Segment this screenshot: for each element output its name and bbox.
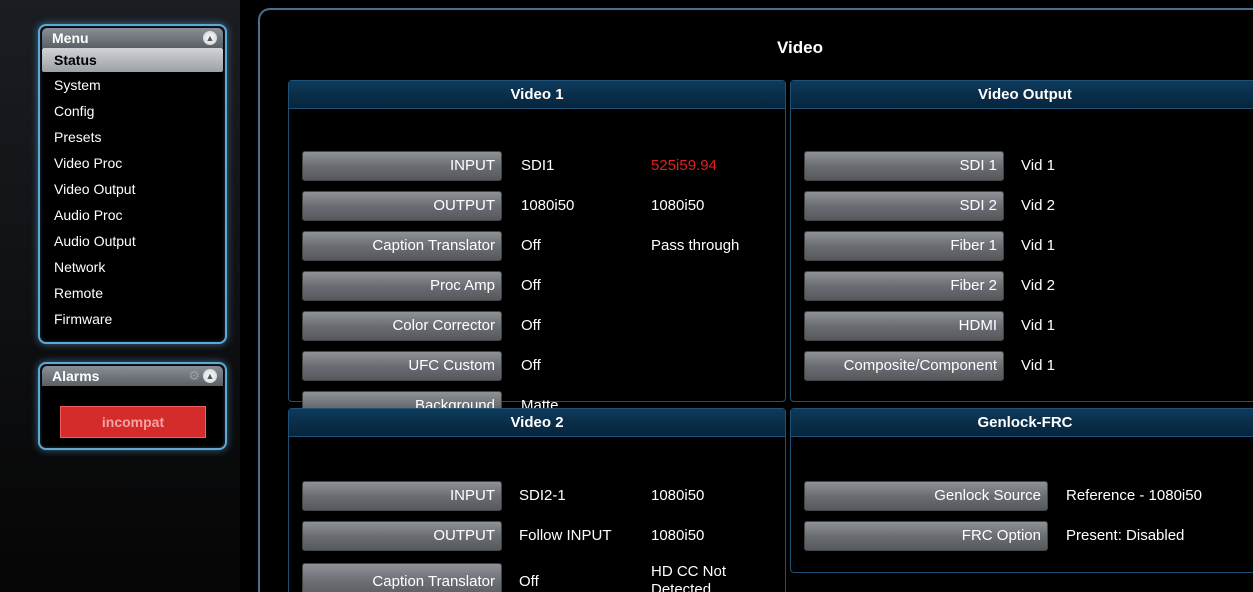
hdmi-button[interactable]: HDMI — [804, 311, 1004, 341]
video1-caption-status: Pass through — [651, 237, 740, 254]
video-output-section: Video Output SDI 1 Vid 1 SDI 2 Vid 2 Fib… — [790, 80, 1253, 402]
fiber1-button[interactable]: Fiber 1 — [804, 231, 1004, 261]
video1-section: Video 1 INPUT SDI1 525i59.94 OUTPUT 1080… — [288, 80, 786, 421]
composite-component-button[interactable]: Composite/Component — [804, 351, 1004, 381]
vo-fiber2-value: Vid 2 — [1021, 277, 1055, 294]
menu-panel: Menu ▲ Status System Config Presets Vide… — [38, 24, 227, 344]
video1-row-ufc: UFC Custom — [302, 351, 502, 381]
video1-output-value: 1080i50 — [521, 197, 575, 214]
genlock-source-button[interactable]: Genlock Source — [804, 481, 1048, 511]
video2-row-caption: Caption Translator — [302, 563, 502, 592]
ufc-custom-button[interactable]: UFC Custom — [302, 351, 502, 381]
genlock-title: Genlock-FRC — [791, 409, 1253, 437]
video2-row-input: INPUT — [302, 481, 502, 511]
caption-translator-button[interactable]: Caption Translator — [302, 563, 502, 592]
menu-header: Menu ▲ — [42, 28, 223, 48]
alarms-title: Alarms — [52, 368, 100, 384]
menu-item-system[interactable]: System — [42, 72, 223, 98]
proc-amp-button[interactable]: Proc Amp — [302, 271, 502, 301]
video2-output-status: 1080i50 — [651, 527, 705, 544]
video1-color-value: Off — [521, 317, 541, 334]
video1-output-status: 1080i50 — [651, 197, 705, 214]
input-button[interactable]: INPUT — [302, 481, 502, 511]
video1-procamp-value: Off — [521, 277, 541, 294]
menu-item-audio-output[interactable]: Audio Output — [42, 228, 223, 254]
vo-row-sdi1: SDI 1 — [804, 151, 1004, 181]
video2-caption-status: HD CC Not Detected — [651, 563, 727, 592]
video2-input-status: 1080i50 — [651, 487, 705, 504]
alarms-panel: Alarms ⚙ ▲ incompat — [38, 362, 227, 450]
menu-item-presets[interactable]: Presets — [42, 124, 223, 150]
page-title: Video — [777, 38, 823, 57]
output-button[interactable]: OUTPUT — [302, 521, 502, 551]
menu-item-audio-proc[interactable]: Audio Proc — [42, 202, 223, 228]
video2-section: Video 2 INPUT SDI2-1 1080i50 OUTPUT Foll… — [288, 408, 786, 592]
vo-row-composite: Composite/Component — [804, 351, 1004, 381]
video2-input-value: SDI2-1 — [519, 487, 566, 504]
caption-translator-button[interactable]: Caption Translator — [302, 231, 502, 261]
video1-caption-value: Off — [521, 237, 541, 254]
genlock-source-value: Reference - 1080i50 — [1066, 487, 1202, 504]
video2-title: Video 2 — [289, 409, 785, 437]
menu-item-video-output[interactable]: Video Output — [42, 176, 223, 202]
video1-ufc-value: Off — [521, 357, 541, 374]
video2-caption-value: Off — [519, 573, 539, 590]
menu-item-status[interactable]: Status — [42, 48, 223, 72]
alarms-header: Alarms ⚙ ▲ — [42, 366, 223, 386]
frc-option-value: Present: Disabled — [1066, 527, 1185, 544]
vo-sdi2-value: Vid 2 — [1021, 197, 1055, 214]
video1-input-value: SDI1 — [521, 157, 555, 174]
vo-row-fiber1: Fiber 1 — [804, 231, 1004, 261]
menu-item-firmware[interactable]: Firmware — [42, 306, 223, 332]
sdi1-button[interactable]: SDI 1 — [804, 151, 1004, 181]
fiber2-button[interactable]: Fiber 2 — [804, 271, 1004, 301]
video1-row-caption: Caption Translator — [302, 231, 502, 261]
chevron-up-icon[interactable]: ▲ — [203, 31, 217, 45]
gear-icon[interactable]: ⚙ — [188, 368, 200, 384]
menu-item-video-proc[interactable]: Video Proc — [42, 150, 223, 176]
vo-sdi1-value: Vid 1 — [1021, 157, 1055, 174]
genlock-row-source: Genlock Source — [804, 481, 1048, 511]
menu-item-config[interactable]: Config — [42, 98, 223, 124]
video1-row-procamp: Proc Amp — [302, 271, 502, 301]
menu-title: Menu — [52, 30, 89, 46]
sdi2-button[interactable]: SDI 2 — [804, 191, 1004, 221]
video1-row-output: OUTPUT — [302, 191, 502, 221]
output-button[interactable]: OUTPUT — [302, 191, 502, 221]
vo-row-hdmi: HDMI — [804, 311, 1004, 341]
menu-item-network[interactable]: Network — [42, 254, 223, 280]
vo-row-fiber2: Fiber 2 — [804, 271, 1004, 301]
chevron-up-icon[interactable]: ▲ — [203, 369, 217, 383]
video1-input-status: 525i59.94 — [651, 157, 717, 174]
frc-option-button[interactable]: FRC Option — [804, 521, 1048, 551]
video2-output-value: Follow INPUT — [519, 527, 612, 544]
video1-title: Video 1 — [289, 81, 785, 109]
menu-item-remote[interactable]: Remote — [42, 280, 223, 306]
alarm-incompat-button[interactable]: incompat — [60, 406, 206, 438]
video1-row-color: Color Corrector — [302, 311, 502, 341]
genlock-row-frc: FRC Option — [804, 521, 1048, 551]
menu-list: Status System Config Presets Video Proc … — [42, 48, 223, 332]
vo-row-sdi2: SDI 2 — [804, 191, 1004, 221]
video1-row-input: INPUT — [302, 151, 502, 181]
vo-fiber1-value: Vid 1 — [1021, 237, 1055, 254]
color-corrector-button[interactable]: Color Corrector — [302, 311, 502, 341]
vo-hdmi-value: Vid 1 — [1021, 317, 1055, 334]
video-output-title: Video Output — [791, 81, 1253, 109]
sidebar: Menu ▲ Status System Config Presets Vide… — [0, 0, 240, 592]
genlock-section: Genlock-FRC Genlock Source Reference - 1… — [790, 408, 1253, 573]
vo-composite-value: Vid 1 — [1021, 357, 1055, 374]
input-button[interactable]: INPUT — [302, 151, 502, 181]
video2-row-output: OUTPUT — [302, 521, 502, 551]
